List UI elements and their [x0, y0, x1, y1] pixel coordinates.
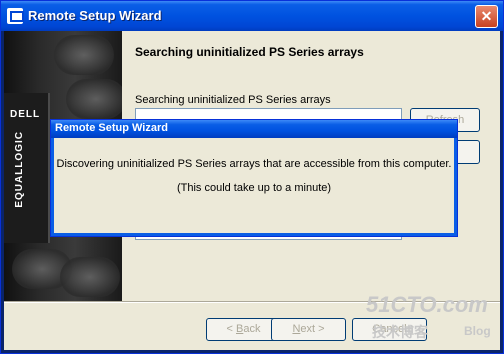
drive-image [66, 79, 122, 119]
watermark-blog: Blog [464, 324, 491, 338]
dialog-message: Discovering uninitialized PS Series arra… [56, 158, 452, 170]
array-list-label: Searching uninitialized PS Series arrays [135, 94, 331, 106]
dialog-title-bar[interactable]: Remote Setup Wizard [51, 120, 457, 138]
close-button[interactable]: ✕ [475, 5, 498, 28]
drive-image [54, 35, 114, 75]
discovery-progress-dialog: Remote Setup Wizard Discovering uninitia… [50, 119, 458, 237]
dialog-note: (This could take up to a minute) [176, 182, 332, 194]
wizard-title: Remote Setup Wizard [28, 8, 162, 23]
dell-logo: DELL [10, 109, 41, 120]
page-heading: Searching uninitialized PS Series arrays [135, 45, 364, 59]
app-icon [7, 8, 24, 24]
dialog-body: Discovering uninitialized PS Series arra… [54, 138, 454, 233]
dialog-title: Remote Setup Wizard [55, 122, 168, 134]
wizard-title-bar[interactable]: Remote Setup Wizard ✕ [1, 1, 503, 31]
watermark-cn: 技术博客 [372, 324, 428, 340]
equallogic-logo: EQUALLOGIC [14, 131, 25, 208]
next-button[interactable]: Next > [271, 318, 346, 341]
back-button[interactable]: < Back [206, 318, 281, 341]
drive-image [60, 257, 120, 297]
watermark-site: 51CTO.com [366, 292, 488, 317]
